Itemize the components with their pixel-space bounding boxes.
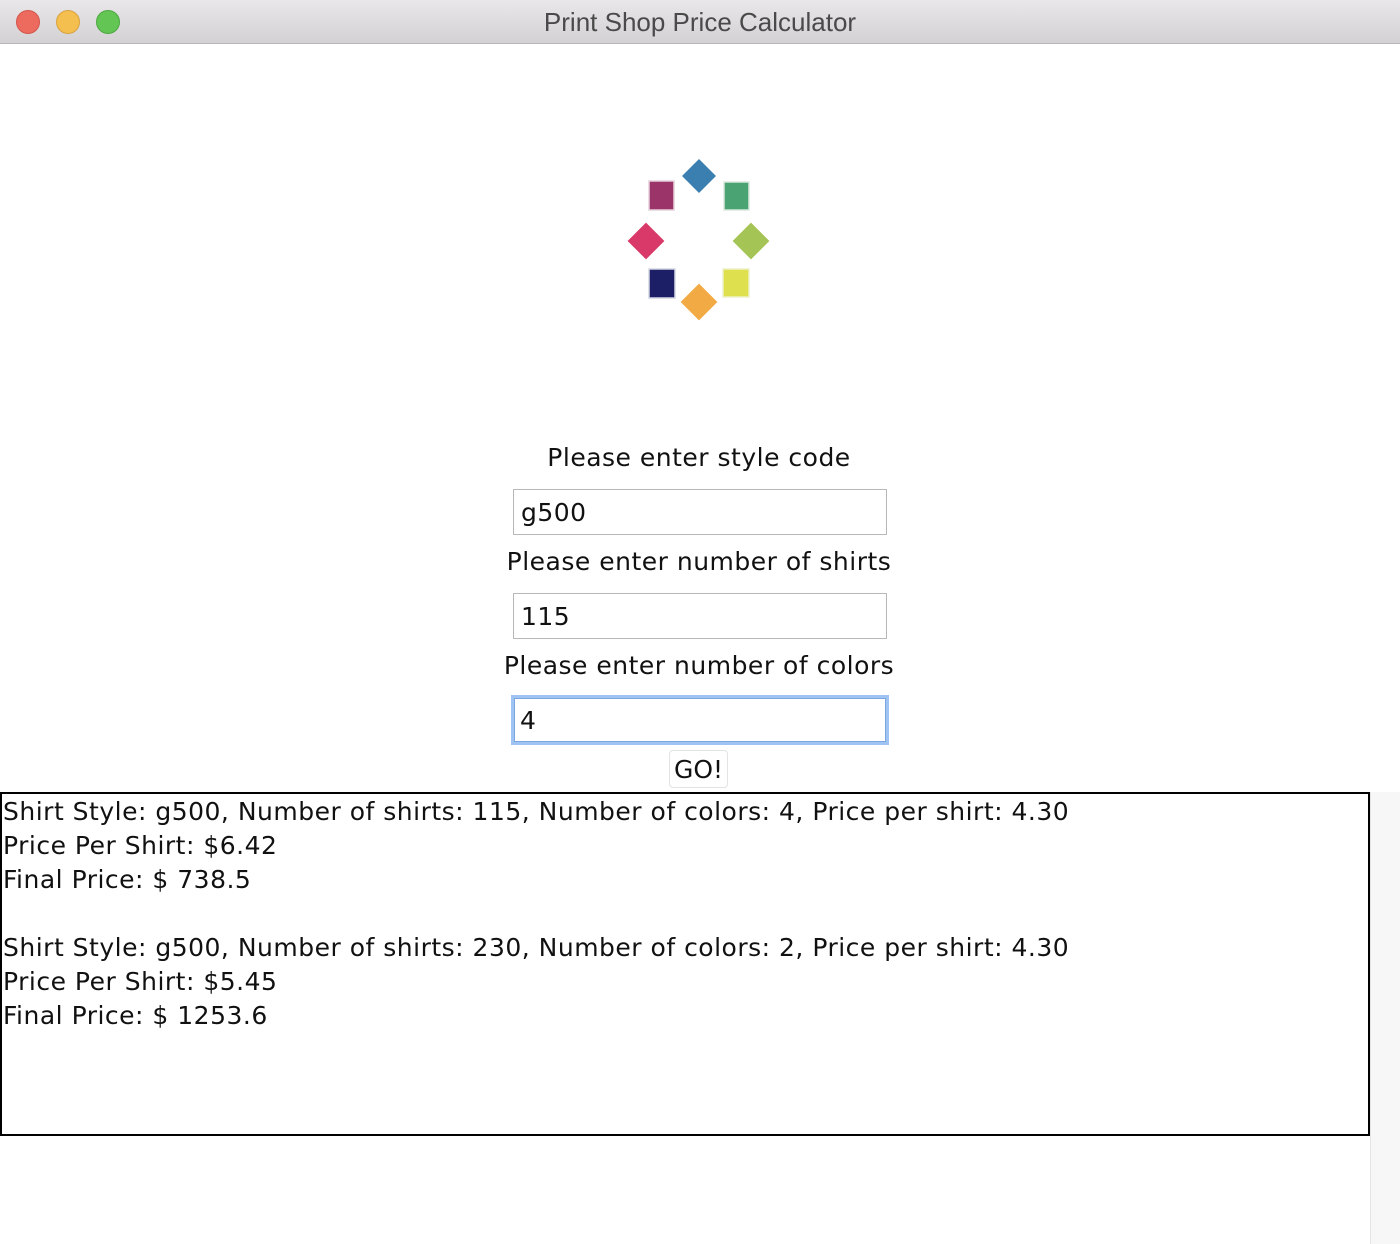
go-button[interactable]: GO!	[669, 750, 728, 788]
logo-bottom-right-square	[722, 268, 750, 298]
color-count-label: Please enter number of colors	[503, 651, 895, 680]
print-shop-logo	[627, 159, 770, 321]
result-line: Shirt Style: g500, Number of shirts: 115…	[3, 797, 1070, 826]
logo-bottom-diamond	[680, 283, 718, 321]
result-line: Shirt Style: g500, Number of shirts: 230…	[3, 933, 1070, 962]
results-text-area[interactable]: Shirt Style: g500, Number of shirts: 115…	[0, 792, 1370, 1136]
logo-top-left-square	[648, 180, 675, 211]
result-line: Price Per Shirt: $5.45	[3, 967, 278, 996]
shirt-count-input[interactable]	[513, 593, 887, 639]
logo-left-diamond	[627, 222, 665, 260]
style-code-input[interactable]	[513, 489, 887, 535]
style-code-label: Please enter style code	[547, 443, 851, 472]
title-bar[interactable]: Print Shop Price Calculator	[0, 0, 1400, 44]
result-line: Price Per Shirt: $6.42	[3, 831, 278, 860]
app-window: Print Shop Price Calculator Please enter…	[0, 0, 1400, 1244]
result-line	[3, 897, 1368, 931]
window-title: Print Shop Price Calculator	[543, 7, 857, 37]
color-count-input[interactable]	[511, 695, 889, 745]
logo-right-diamond	[732, 222, 770, 260]
logo-bottom-left-square	[648, 268, 676, 299]
result-line: Final Price: $ 1253.6	[3, 1001, 268, 1030]
vertical-scrollbar[interactable]	[1370, 792, 1400, 1244]
shirt-count-label: Please enter number of shirts	[506, 547, 892, 576]
result-line: Final Price: $ 738.5	[3, 865, 252, 894]
logo-top-diamond	[682, 159, 716, 193]
logo-top-right-square	[723, 181, 750, 211]
